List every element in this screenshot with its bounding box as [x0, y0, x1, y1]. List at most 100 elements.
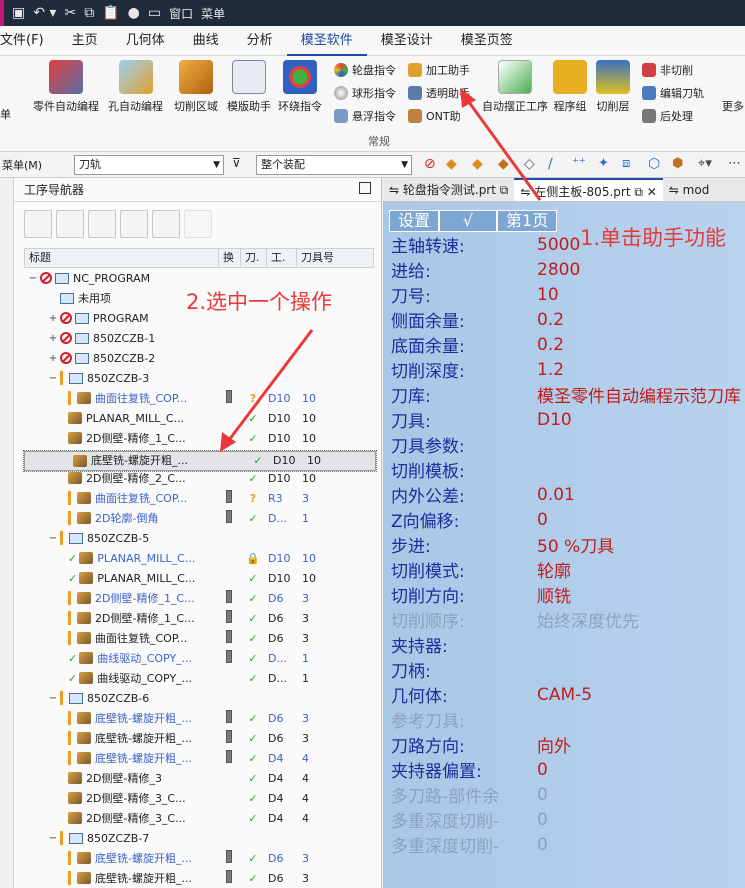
param-value[interactable]: 50 %刀具 [537, 532, 614, 557]
ont-helper-button[interactable]: ONT助 [408, 108, 461, 124]
param-value[interactable]: CAM-5 [537, 685, 592, 705]
tab-wheel-test[interactable]: ⇋ 轮盘指令测试.prt ⧉ [383, 178, 514, 201]
cut-area-button[interactable]: 切削区域 [174, 60, 218, 114]
maximize-icon[interactable] [359, 182, 371, 194]
machining-helper-button[interactable]: 加工助手 [408, 62, 470, 78]
machining-method-view-icon[interactable] [120, 210, 148, 238]
table-row[interactable]: 曲面往复铣_COP... ✓ D6 3 [24, 628, 376, 648]
param-row[interactable]: 夹持器: [391, 632, 537, 657]
edge-filter-icon[interactable]: ◇ [524, 156, 535, 172]
face-filter-icon[interactable]: ◆ [472, 156, 483, 172]
table-row[interactable]: − 850ZCZB-7 [24, 828, 376, 848]
table-row[interactable]: − 850ZCZB-6 [24, 688, 376, 708]
expand-toggle-icon[interactable]: + [48, 333, 58, 344]
undo-icon[interactable]: ↶ ▾ [33, 5, 56, 21]
expand-toggle-icon[interactable]: − [28, 273, 38, 284]
program-order-view-icon[interactable] [24, 210, 52, 238]
table-row[interactable]: 底壁铣-螺旋开粗_... ✓ D6 3 [24, 848, 376, 868]
param-value[interactable]: 模圣零件自动编程示范刀库 [537, 382, 741, 407]
table-row[interactable]: 曲面往复铣_COP...? D10 10 [24, 388, 376, 408]
table-row[interactable]: 2D侧壁-精修_1_C... ✓ D10 10 [24, 428, 376, 448]
param-row[interactable]: 刀号: 10 [391, 282, 559, 308]
ball-command-button[interactable]: 球形指令 [334, 85, 396, 101]
menu-geometry[interactable]: 几何体 [112, 26, 179, 56]
param-row[interactable]: 主轴转速: 5000 [391, 232, 580, 258]
param-value[interactable]: 2800 [537, 260, 580, 280]
table-row[interactable]: 2D侧壁-精修_3_C... ✓ D4 4 [24, 788, 376, 808]
table-row[interactable]: 2D侧壁-精修_3 ✓ D4 4 [24, 768, 376, 788]
menu-analysis[interactable]: 分析 [233, 26, 287, 56]
body-filter-icon[interactable]: ◆ [498, 156, 509, 172]
table-row[interactable]: PLANAR_MILL_C... ✓ D10 10 [24, 408, 376, 428]
param-row[interactable]: 切削模板: [391, 457, 537, 482]
param-row[interactable]: Z向偏移: 0 [391, 507, 548, 533]
table-row[interactable]: ✓ 曲线驱动_COPY_... ✓ D... 1 [24, 648, 376, 668]
param-row[interactable]: 切削模式: 轮廓 [391, 557, 571, 582]
menu-home[interactable]: 主页 [58, 26, 112, 56]
post-process-button[interactable]: 后处理 [642, 108, 693, 124]
param-value[interactable]: 0 [537, 510, 548, 530]
window-menu[interactable]: 窗口 [169, 5, 193, 22]
expand-toggle-icon[interactable]: − [48, 533, 58, 544]
table-row[interactable]: ✓ PLANAR_MILL_C... ✓ D10 10 [24, 568, 376, 588]
solid-filter-icon[interactable]: ◆ [446, 156, 457, 172]
menu-curve[interactable]: 曲线 [179, 26, 233, 56]
filter-type-select[interactable]: 刀轨 ▼ [74, 155, 224, 175]
menu-mosheng-software[interactable]: 模圣软件 [286, 26, 367, 56]
param-value[interactable]: 顺铣 [537, 582, 571, 607]
no-selection-icon[interactable]: ⊘ [424, 156, 436, 172]
hexagon-filter-icon[interactable]: ⬡ [648, 156, 660, 172]
more-button[interactable]: 更多 [722, 98, 744, 114]
param-value[interactable]: 5000 [537, 235, 580, 255]
param-row[interactable]: 几何体: CAM-5 [391, 682, 592, 708]
param-row[interactable]: 夹持器偏置: 0 [391, 757, 548, 783]
param-value[interactable]: 0.01 [537, 485, 575, 505]
param-row[interactable]: 切削方向: 顺铣 [391, 582, 571, 607]
param-row[interactable]: 刀路方向: 向外 [391, 732, 571, 757]
col-title[interactable]: 标题 [25, 249, 219, 267]
confirm-button[interactable]: √ [439, 210, 498, 232]
param-row[interactable]: 多重深度切削- 0 [391, 807, 548, 833]
point-filter-icon[interactable]: ⁺⁺ [572, 156, 586, 171]
param-row[interactable]: 参考刀具: [391, 707, 537, 732]
table-row[interactable]: − NC_PROGRAM [24, 268, 376, 288]
part-auto-program-button[interactable]: 零件自动编程 [33, 60, 99, 114]
table-row[interactable]: 2D轮廓-倒角 ✓ D... 1 [24, 508, 376, 528]
param-row[interactable]: 进给: 2800 [391, 257, 580, 283]
table-row[interactable]: +850ZCZB-1 [24, 328, 376, 348]
param-row[interactable]: 切削深度: 1.2 [391, 357, 564, 383]
template-helper-button[interactable]: 模版助手 [227, 60, 271, 114]
param-value[interactable]: 1.2 [537, 360, 564, 380]
menu-mosheng-design[interactable]: 模圣设计 [367, 26, 447, 56]
expand-toggle-icon[interactable]: − [48, 833, 58, 844]
close-icon[interactable]: ✕ [647, 185, 657, 199]
col-tool[interactable]: 工. [267, 249, 297, 267]
table-row[interactable]: 底壁铣-螺旋开粗_... ✓ D6 3 [24, 708, 376, 728]
paste-icon[interactable]: 📋 [102, 5, 119, 21]
machine-tool-view-icon[interactable] [56, 210, 84, 238]
param-row[interactable]: 步进: 50 %刀具 [391, 532, 614, 557]
table-row[interactable]: 底壁铣-螺旋开粗_... ✓ D6 3 [24, 868, 376, 888]
snap-icon[interactable]: ⌖▾ [698, 156, 712, 171]
table-row[interactable]: ✓ 曲线驱动_COPY_... ✓ D... 1 [24, 668, 376, 688]
param-value[interactable]: 0.2 [537, 310, 564, 330]
microphone-icon[interactable]: ● [128, 5, 140, 21]
table-row[interactable]: 2D侧壁-精修_2_C... ✓ D10 10 [24, 468, 376, 488]
expand-toggle-icon[interactable]: + [48, 353, 58, 364]
expand-toggle-icon[interactable]: − [48, 693, 58, 704]
menu-dropdown[interactable]: 菜单 [201, 5, 225, 22]
auto-align-button[interactable]: 自动摆正工序 [482, 60, 548, 114]
table-row[interactable]: 2D侧壁-精修_3_C... ✓ D4 4 [24, 808, 376, 828]
col-tool-number[interactable]: 刀具号 [297, 249, 373, 267]
param-row[interactable]: 多刀路-部件余 0 [391, 782, 548, 808]
ribbon-left-partial[interactable]: 单 [0, 106, 11, 122]
table-row[interactable]: ✓ PLANAR_MILL_C... 🔒 D10 10 [24, 548, 376, 568]
param-value[interactable]: 轮廓 [537, 557, 571, 582]
table-row[interactable]: +850ZCZB-2 [24, 348, 376, 368]
feature-filter-icon[interactable]: ⬢ [672, 156, 683, 171]
component-filter-icon[interactable]: ⧈ [622, 156, 630, 171]
param-row[interactable]: 多重深度切削- 0 [391, 832, 548, 858]
param-row[interactable]: 切削顺序: 始终深度优先 [391, 607, 639, 632]
table-row[interactable]: − 850ZCZB-5 [24, 528, 376, 548]
table-row[interactable]: 2D侧壁-精修_1_C... ✓ D6 3 [24, 588, 376, 608]
